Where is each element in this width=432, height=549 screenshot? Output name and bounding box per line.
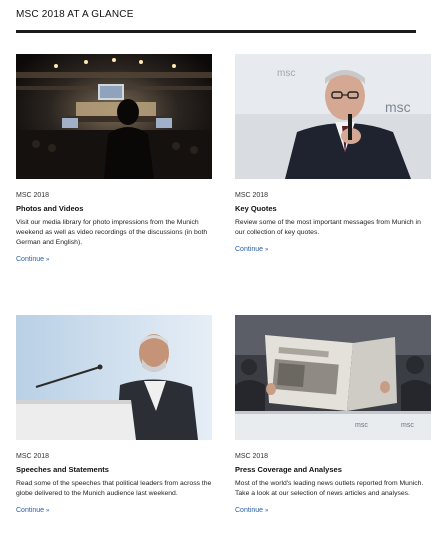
header-rule	[16, 30, 416, 33]
continue-link[interactable]: Continue»	[235, 245, 268, 255]
continue-link[interactable]: Continue»	[16, 506, 49, 516]
card-body: Visit our media library for photo impres…	[16, 219, 208, 246]
msc-wordmark-1: msc	[277, 68, 295, 79]
conference-hall-image	[16, 54, 212, 179]
card-press-coverage: msc msc MSC 2018 Press Coverage and Anal…	[235, 315, 431, 517]
card-key-quotes: msc msc MSC 2018 Key Quotes Review some …	[235, 54, 431, 256]
continue-link[interactable]: Continue»	[16, 255, 49, 265]
card-heading[interactable]: Photos and Videos	[16, 203, 212, 214]
card-kicker: MSC 2018	[16, 192, 50, 199]
section-header: MSC 2018 AT A GLANCE	[16, 8, 416, 34]
card-body: Read some of the speeches that political…	[16, 480, 212, 497]
chevron-right-icon: »	[265, 508, 269, 514]
card-heading[interactable]: Press Coverage and Analyses	[235, 464, 431, 475]
photo-conference-hall[interactable]	[16, 54, 212, 179]
msc-wordmark-4: msc	[401, 422, 414, 429]
continue-link-label: Continue	[16, 256, 45, 263]
card-heading[interactable]: Speeches and Statements	[16, 464, 212, 475]
speaker-podium-image	[16, 315, 212, 440]
card-photos-and-videos: MSC 2018 Photos and Videos Visit our med…	[16, 54, 212, 266]
chevron-right-icon: »	[46, 257, 50, 263]
photo-speaker-podium[interactable]	[16, 315, 212, 440]
card-kicker: MSC 2018	[16, 453, 50, 460]
chevron-right-icon: »	[265, 247, 269, 253]
continue-link-label: Continue	[235, 246, 264, 253]
continue-link-label: Continue	[16, 507, 45, 514]
msc-wordmark-3: msc	[355, 422, 368, 429]
card-kicker: MSC 2018	[235, 453, 269, 460]
card-kicker: MSC 2018	[235, 192, 269, 199]
chevron-right-icon: »	[46, 508, 50, 514]
photo-newspaper-reader[interactable]: msc msc	[235, 315, 431, 440]
card-heading[interactable]: Key Quotes	[235, 203, 431, 214]
card-body: Most of the world's leading news outlets…	[235, 480, 424, 497]
photo-speaker-portrait[interactable]: msc msc	[235, 54, 431, 179]
continue-link-label: Continue	[235, 507, 264, 514]
card-body: Review some of the most important messag…	[235, 219, 421, 236]
section-title: MSC 2018 AT A GLANCE	[16, 9, 134, 20]
msc-wordmark-2: msc	[385, 99, 411, 115]
continue-link[interactable]: Continue»	[235, 506, 268, 516]
newspaper-reader-image: msc msc	[235, 315, 431, 440]
card-speeches-and-statements: MSC 2018 Speeches and Statements Read so…	[16, 315, 212, 517]
speaker-portrait-image: msc msc	[235, 54, 431, 179]
